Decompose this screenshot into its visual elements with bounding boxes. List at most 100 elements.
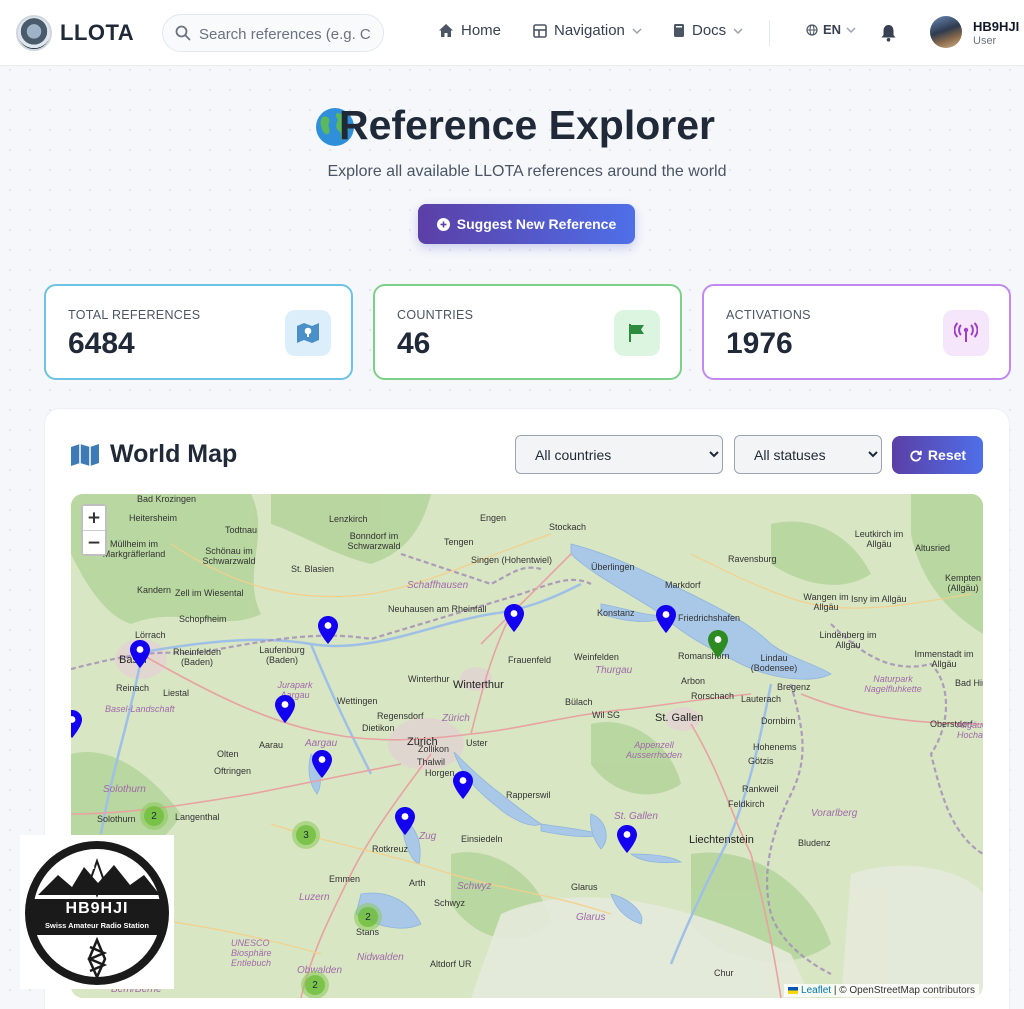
map-label: Lörrach	[135, 630, 166, 640]
reset-filters-button[interactable]: Reset	[892, 436, 983, 474]
cluster-count: 3	[296, 825, 316, 845]
map-region-label: Nidwalden	[357, 952, 404, 963]
book-icon	[674, 24, 684, 37]
reference-marker[interactable]	[318, 616, 338, 644]
map-zoom-control: + −	[81, 504, 107, 556]
reference-marker-activated[interactable]	[708, 630, 728, 658]
map-label: Bad Hin	[955, 678, 983, 688]
nav-divider	[769, 20, 770, 46]
search-input[interactable]	[199, 23, 375, 45]
world-map[interactable]: Bad Krozingen Heitersheim Müllheim im Ma…	[71, 494, 983, 998]
map-label: Tengen	[444, 537, 474, 547]
stat-value: 46	[397, 327, 431, 360]
reference-marker[interactable]	[617, 825, 637, 853]
map-region-label: Luzern	[299, 892, 330, 903]
stat-card-total-references: TOTAL REFERENCES 6484	[44, 284, 353, 380]
marker-cluster[interactable]: 2	[354, 903, 382, 931]
marker-cluster[interactable]: 3	[292, 821, 320, 849]
map-label: Uster	[466, 738, 488, 748]
map-label: Altdorf UR	[430, 959, 472, 969]
reference-marker[interactable]	[395, 807, 415, 835]
page-subtitle: Explore all available LLOTA references a…	[327, 163, 727, 180]
reset-label: Reset	[927, 447, 967, 463]
chevron-down-icon	[846, 26, 856, 33]
map-section-title: World Map	[110, 440, 238, 468]
page-title: Reference Explorer	[338, 102, 715, 148]
notification-bell-icon[interactable]	[880, 24, 897, 42]
reference-marker[interactable]	[275, 695, 295, 723]
cluster-count: 2	[144, 806, 164, 826]
marker-cluster[interactable]: 2	[140, 802, 168, 830]
language-selector[interactable]: EN	[806, 22, 856, 37]
reference-marker[interactable]	[504, 604, 524, 632]
marker-cluster[interactable]: 2	[301, 971, 329, 998]
zoom-out-button[interactable]: −	[83, 530, 105, 554]
compass-letter: N	[89, 862, 95, 871]
reference-marker[interactable]	[130, 640, 150, 668]
user-name[interactable]: HB9HJI	[973, 19, 1019, 34]
map-region-label: Aargau	[305, 738, 338, 749]
map-label: Hohenems	[753, 742, 797, 752]
map-label: Götzis	[748, 756, 774, 766]
map-label: Frauenfeld	[508, 655, 552, 665]
map-region-label: St. Gallen	[614, 811, 658, 822]
map-label: Markdorf	[665, 580, 701, 590]
map-icon	[71, 444, 99, 466]
leaflet-link[interactable]: Leaflet	[801, 985, 831, 996]
suggest-reference-button[interactable]: Suggest New Reference	[418, 204, 635, 244]
stat-card-activations: ACTIVATIONS 1976	[702, 284, 1011, 380]
map-label: Bludenz	[798, 838, 831, 848]
map-label: Lauterach	[741, 694, 782, 704]
map-icon	[285, 310, 331, 356]
grid-icon	[533, 23, 547, 38]
map-region-label: Zug	[419, 831, 437, 842]
compass-letter: E	[105, 876, 111, 885]
reference-marker[interactable]	[453, 771, 473, 799]
map-label: Kandern	[137, 585, 172, 595]
brand-name[interactable]: LLOTA	[60, 20, 134, 46]
map-label: Singen (Hohentwiel)	[471, 555, 553, 565]
antenna-icon	[943, 310, 989, 356]
map-label: Zell im Wiesental	[175, 588, 244, 598]
map-tiles[interactable]	[71, 494, 983, 998]
nav-navigation-dropdown[interactable]: Navigation	[533, 22, 642, 39]
suggest-reference-label: Suggest New Reference	[456, 216, 617, 232]
map-label: Bad Krozingen	[137, 494, 197, 504]
map-label: Winterthur	[408, 674, 450, 684]
map-label: Schopfheim	[179, 614, 227, 624]
compass-letter: S	[92, 888, 98, 897]
map-label: Neuhausen am Rheinfall	[388, 604, 487, 614]
user-avatar[interactable]	[930, 16, 962, 48]
zoom-in-button[interactable]: +	[83, 506, 105, 530]
map-label: Friedrichshafen	[678, 613, 741, 623]
map-label: Rankweil	[742, 784, 779, 794]
status-filter-select[interactable]: All statuses	[734, 435, 882, 474]
reference-marker[interactable]	[71, 710, 82, 738]
reference-marker[interactable]	[656, 605, 676, 633]
top-navbar: LLOTA Home Navigation Docs EN HB9HJI Use…	[0, 0, 1024, 66]
map-label: Bregenz	[777, 682, 811, 692]
reference-marker[interactable]	[312, 750, 332, 778]
map-label: Oftringen	[214, 766, 252, 776]
map-region-label: Vorarlberg	[811, 808, 858, 819]
map-label: Arbon	[681, 676, 706, 686]
map-label: Wil SG	[592, 710, 620, 720]
map-label: Rorschach	[691, 691, 735, 701]
map-label: Stockach	[549, 522, 587, 532]
search-box[interactable]	[162, 14, 384, 52]
stat-value: 6484	[68, 327, 135, 360]
map-label: Lindenberg im Allgäu	[819, 630, 877, 650]
nav-home[interactable]: Home	[438, 22, 501, 39]
map-label: Reinach	[116, 683, 150, 693]
nav-docs-dropdown[interactable]: Docs	[673, 22, 743, 39]
plus-circle-icon	[436, 217, 450, 231]
map-label: Lindau (Bodensee)	[750, 653, 798, 673]
map-label: Konstanz	[597, 608, 635, 618]
nav-docs-label: Docs	[692, 22, 727, 39]
map-region-label: Thurgau	[595, 665, 633, 676]
llota-logo[interactable]	[16, 15, 52, 51]
map-label: Liestal	[163, 688, 190, 698]
map-label: Regensdorf	[377, 711, 424, 721]
country-filter-select[interactable]: All countries	[515, 435, 723, 474]
map-label: Chur	[714, 968, 734, 978]
